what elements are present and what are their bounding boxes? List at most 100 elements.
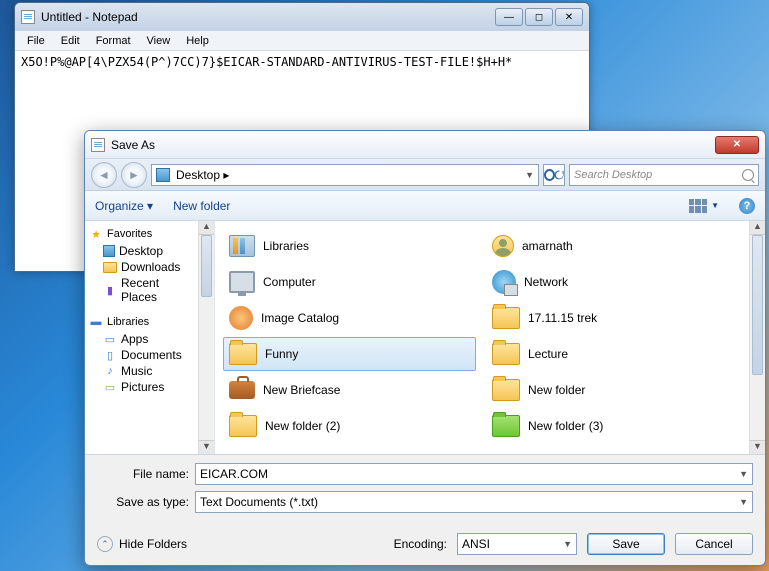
folder-icon: [103, 262, 117, 273]
pictures-icon: ▭: [103, 380, 117, 394]
file-list: Libraries amarnath Computer Network Image Ca…: [215, 221, 765, 454]
encoding-select[interactable]: ANSI▼: [457, 533, 577, 555]
menu-format[interactable]: Format: [88, 33, 139, 49]
savetype-label: Save as type:: [97, 495, 189, 509]
cancel-button[interactable]: Cancel: [675, 533, 753, 555]
toolbar: Organize ▾ New folder ▼ ?: [85, 191, 765, 221]
file-label: Image Catalog: [261, 311, 339, 325]
file-item[interactable]: New folder (3): [486, 409, 739, 443]
file-label: Computer: [263, 275, 316, 289]
files-scrollbar[interactable]: ▲▼: [749, 221, 765, 454]
menu-view[interactable]: View: [139, 33, 179, 49]
star-icon: ★: [89, 227, 103, 241]
tree-scrollbar[interactable]: ▲▼: [198, 221, 214, 454]
save-as-dialog: Save As ✕ ◄ ► Desktop ▸ ▼ Search Desktop…: [84, 130, 766, 566]
file-label: 17.11.15 trek: [528, 311, 597, 325]
desktop-icon: [103, 245, 115, 257]
close-button[interactable]: ✕: [715, 136, 759, 154]
file-label: Network: [524, 275, 568, 289]
file-label: New folder: [528, 383, 585, 397]
file-item[interactable]: Image Catalog: [223, 301, 476, 335]
filename-input[interactable]: EICAR.COM▼: [195, 463, 753, 485]
folder-icon: [492, 307, 520, 329]
image-catalog-icon: [229, 306, 253, 330]
file-item[interactable]: New folder: [486, 373, 739, 407]
organize-button[interactable]: Organize ▾: [95, 199, 153, 213]
notepad-icon: [21, 10, 35, 24]
file-item[interactable]: Network: [486, 265, 739, 299]
recent-icon: ▮: [103, 283, 117, 297]
tree-item-recent[interactable]: ▮Recent Places: [89, 275, 192, 305]
chevron-down-icon[interactable]: ▼: [739, 469, 748, 479]
minimize-button[interactable]: —: [495, 8, 523, 26]
file-label: New folder (3): [528, 419, 603, 433]
navigation-bar: ◄ ► Desktop ▸ ▼ Search Desktop: [85, 159, 765, 191]
notepad-textarea[interactable]: X5O!P%@AP[4\PZX54(P^)7CC)7}$EICAR-STANDA…: [15, 51, 589, 73]
folder-icon: [229, 415, 257, 437]
file-item[interactable]: 17.11.15 trek: [486, 301, 739, 335]
tree-libraries[interactable]: ▬Libraries: [89, 315, 192, 329]
file-label: New Briefcase: [263, 383, 340, 397]
saveas-titlebar[interactable]: Save As ✕: [85, 131, 765, 159]
menu-file[interactable]: File: [19, 33, 53, 49]
file-item[interactable]: Funny: [223, 337, 476, 371]
libraries-icon: [229, 235, 255, 257]
file-item[interactable]: New Briefcase: [223, 373, 476, 407]
tree-item-desktop[interactable]: Desktop: [89, 243, 192, 259]
search-icon: [742, 169, 754, 181]
close-button[interactable]: ✕: [555, 8, 583, 26]
save-button[interactable]: Save: [587, 533, 665, 555]
tree-item-documents[interactable]: ▯Documents: [89, 347, 192, 363]
help-button[interactable]: ?: [739, 198, 755, 214]
folder-icon: [492, 415, 520, 437]
notepad-titlebar[interactable]: Untitled - Notepad — ◻ ✕: [15, 3, 589, 31]
folder-icon: [492, 343, 520, 365]
file-item[interactable]: amarnath: [486, 229, 739, 263]
new-folder-button[interactable]: New folder: [173, 199, 230, 213]
maximize-button[interactable]: ◻: [525, 8, 553, 26]
tree-item-downloads[interactable]: Downloads: [89, 259, 192, 275]
file-item[interactable]: New folder (2): [223, 409, 476, 443]
chevron-down-icon[interactable]: ▼: [525, 170, 534, 180]
chevron-down-icon[interactable]: ▼: [563, 539, 572, 549]
notepad-menubar: File Edit Format View Help: [15, 31, 589, 51]
forward-button[interactable]: ►: [121, 162, 147, 188]
network-icon: [492, 270, 516, 294]
hide-folders-button[interactable]: ⌃ Hide Folders: [97, 536, 187, 552]
save-form: File name: EICAR.COM▼ Save as type: Text…: [85, 455, 765, 527]
briefcase-icon: [229, 381, 255, 399]
view-options-button[interactable]: ▼: [689, 199, 719, 213]
file-label: Libraries: [263, 239, 309, 253]
file-label: New folder (2): [265, 419, 340, 433]
search-input[interactable]: Search Desktop: [569, 164, 759, 186]
tree-item-apps[interactable]: ▭Apps: [89, 331, 192, 347]
menu-help[interactable]: Help: [178, 33, 217, 49]
refresh-button[interactable]: [543, 164, 565, 186]
libraries-icon: ▬: [89, 315, 103, 329]
menu-edit[interactable]: Edit: [53, 33, 88, 49]
file-label: amarnath: [522, 239, 573, 253]
folder-icon: [492, 379, 520, 401]
savetype-select[interactable]: Text Documents (*.txt)▼: [195, 491, 753, 513]
search-placeholder: Search Desktop: [574, 169, 652, 181]
file-item[interactable]: Computer: [223, 265, 476, 299]
file-item[interactable]: Lecture: [486, 337, 739, 371]
tree-favorites[interactable]: ★Favorites: [89, 227, 192, 241]
dialog-bottom: ⌃ Hide Folders Encoding: ANSI▼ Save Canc…: [85, 527, 765, 565]
tree-item-music[interactable]: ♪Music: [89, 363, 192, 379]
documents-icon: ▯: [103, 348, 117, 362]
chevron-down-icon[interactable]: ▼: [739, 497, 748, 507]
apps-icon: ▭: [103, 332, 117, 346]
notepad-icon: [91, 138, 105, 152]
views-icon: [689, 199, 707, 213]
address-bar[interactable]: Desktop ▸ ▼: [151, 164, 539, 186]
file-label: Lecture: [528, 347, 568, 361]
back-button[interactable]: ◄: [91, 162, 117, 188]
file-label: Funny: [265, 347, 298, 361]
notepad-title-text: Untitled - Notepad: [41, 10, 138, 24]
encoding-label: Encoding:: [394, 537, 447, 551]
tree-item-pictures[interactable]: ▭Pictures: [89, 379, 192, 395]
music-icon: ♪: [103, 364, 117, 378]
file-item[interactable]: Libraries: [223, 229, 476, 263]
chevron-down-icon: ⌃: [97, 536, 113, 552]
